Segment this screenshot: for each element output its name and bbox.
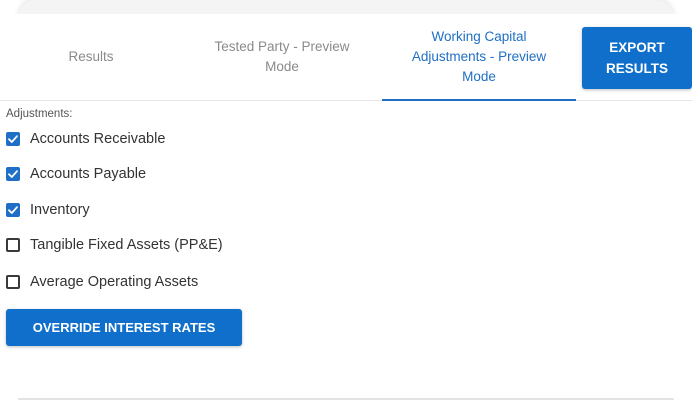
override-interest-rates-button[interactable]: OVERRIDE INTEREST RATES [6, 309, 242, 346]
export-results-button[interactable]: EXPORT RESULTS [582, 27, 692, 89]
adjustment-accounts-payable[interactable]: Accounts Payable [6, 164, 146, 184]
tab-tested-party-preview[interactable]: Tested Party - Preview Mode [182, 14, 382, 100]
checkbox-checked-icon[interactable] [6, 132, 20, 146]
adjustment-inventory[interactable]: Inventory [6, 200, 90, 220]
checkbox-checked-icon[interactable] [6, 167, 20, 181]
export-results-label: EXPORT RESULTS [605, 40, 668, 76]
adjustment-tangible-fixed-assets[interactable]: Tangible Fixed Assets (PP&E) [6, 235, 223, 255]
adjustment-label: Accounts Receivable [30, 131, 166, 147]
adjustment-average-operating-assets[interactable]: Average Operating Assets [6, 272, 198, 292]
card-bottom-divider [18, 398, 674, 400]
adjustment-label: Inventory [30, 202, 90, 218]
adjustment-label: Tangible Fixed Assets (PP&E) [30, 237, 223, 253]
tab-results-label: Results [68, 49, 114, 64]
checkbox-unchecked-icon[interactable] [6, 275, 20, 289]
adjustment-label: Average Operating Assets [30, 274, 199, 290]
checkbox-checked-icon[interactable] [6, 203, 20, 217]
tab-results[interactable]: Results [0, 14, 182, 100]
adjustment-accounts-receivable[interactable]: Accounts Receivable [6, 129, 165, 149]
tab-tested-party-preview-label: Tested Party - Preview Mode [214, 39, 350, 74]
tab-working-capital-adjustments-preview[interactable]: Working Capital Adjustments - Preview Mo… [382, 14, 576, 101]
override-interest-rates-label: OVERRIDE INTEREST RATES [32, 320, 216, 335]
adjustment-label: Accounts Payable [30, 166, 147, 182]
checkbox-unchecked-icon[interactable] [6, 238, 20, 252]
adjustments-heading: Adjustments: [6, 108, 73, 120]
tab-working-capital-adjustments-preview-label: Working Capital Adjustments - Preview Mo… [411, 29, 547, 84]
results-card: Results Tested Party - Preview Mode Work… [0, 0, 692, 404]
